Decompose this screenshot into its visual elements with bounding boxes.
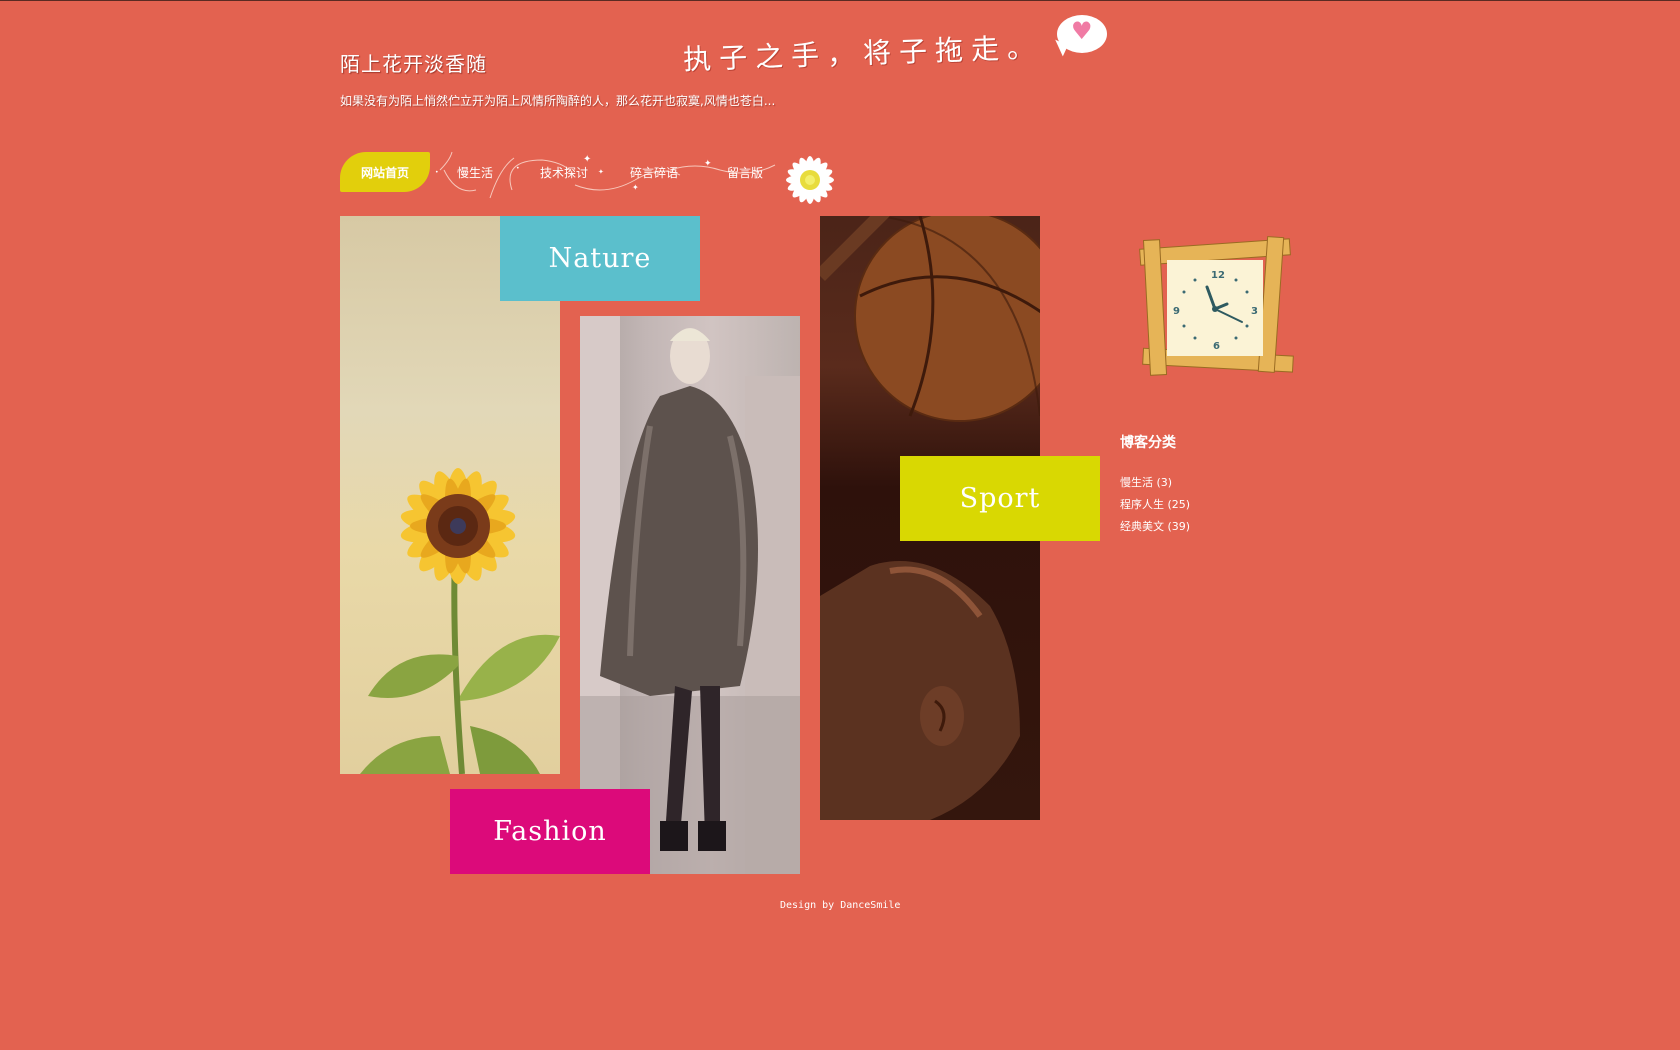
nav-item-notes[interactable]: 碎言碎语 (630, 164, 678, 181)
nav-item-tech[interactable]: 技术探讨 (540, 164, 588, 181)
svg-text:3: 3 (1251, 306, 1258, 317)
svg-text:6: 6 (1213, 341, 1220, 352)
svg-text:✦: ✦ (704, 159, 712, 169)
footer-credit: Design by DanceSmile (780, 900, 901, 911)
main-nav: ✦ ✦ ✦ ✦ • • 网站首页 慢生活 技术探讨 碎言碎语 留言版 (340, 150, 850, 210)
category-item-programming-life[interactable]: 程序人生 (25) (1120, 494, 1190, 516)
svg-text:•: • (435, 169, 439, 176)
svg-text:✦: ✦ (598, 168, 604, 176)
category-item-slow-life[interactable]: 慢生活 (3) (1120, 472, 1190, 494)
fashion-label[interactable]: Fashion (450, 789, 650, 874)
svg-text:•: • (516, 165, 520, 172)
sport-label[interactable]: Sport (900, 456, 1100, 541)
header-slogan: 执子之手，将子拖走。 (682, 30, 1044, 77)
site-title[interactable]: 陌上花开淡香随 (340, 48, 487, 77)
svg-text:9: 9 (1173, 306, 1180, 317)
top-border (0, 0, 1680, 1)
svg-text:12: 12 (1211, 270, 1225, 281)
category-item-classic-essays[interactable]: 经典美文 (39) (1120, 516, 1190, 538)
svg-text:✦: ✦ (632, 183, 639, 192)
nav-item-home[interactable]: 网站首页 (340, 152, 430, 192)
sidebar-title: 博客分类 (1120, 435, 1176, 451)
nav-item-slow-life[interactable]: 慢生活 (457, 164, 493, 181)
daisy-flower-icon (786, 156, 834, 204)
heart-icon: ♥ (1071, 17, 1093, 45)
nature-label[interactable]: Nature (500, 216, 700, 301)
category-list: 慢生活 (3) 程序人生 (25) 经典美文 (39) (1120, 472, 1190, 538)
site-description: 如果没有为陌上悄然伫立开为陌上风情所陶醉的人，那么花开也寂寞,风情也苍白... (340, 94, 776, 108)
nav-item-guestbook[interactable]: 留言版 (727, 164, 763, 181)
wooden-clock-icon: 12 3 6 9 (1139, 236, 1294, 376)
